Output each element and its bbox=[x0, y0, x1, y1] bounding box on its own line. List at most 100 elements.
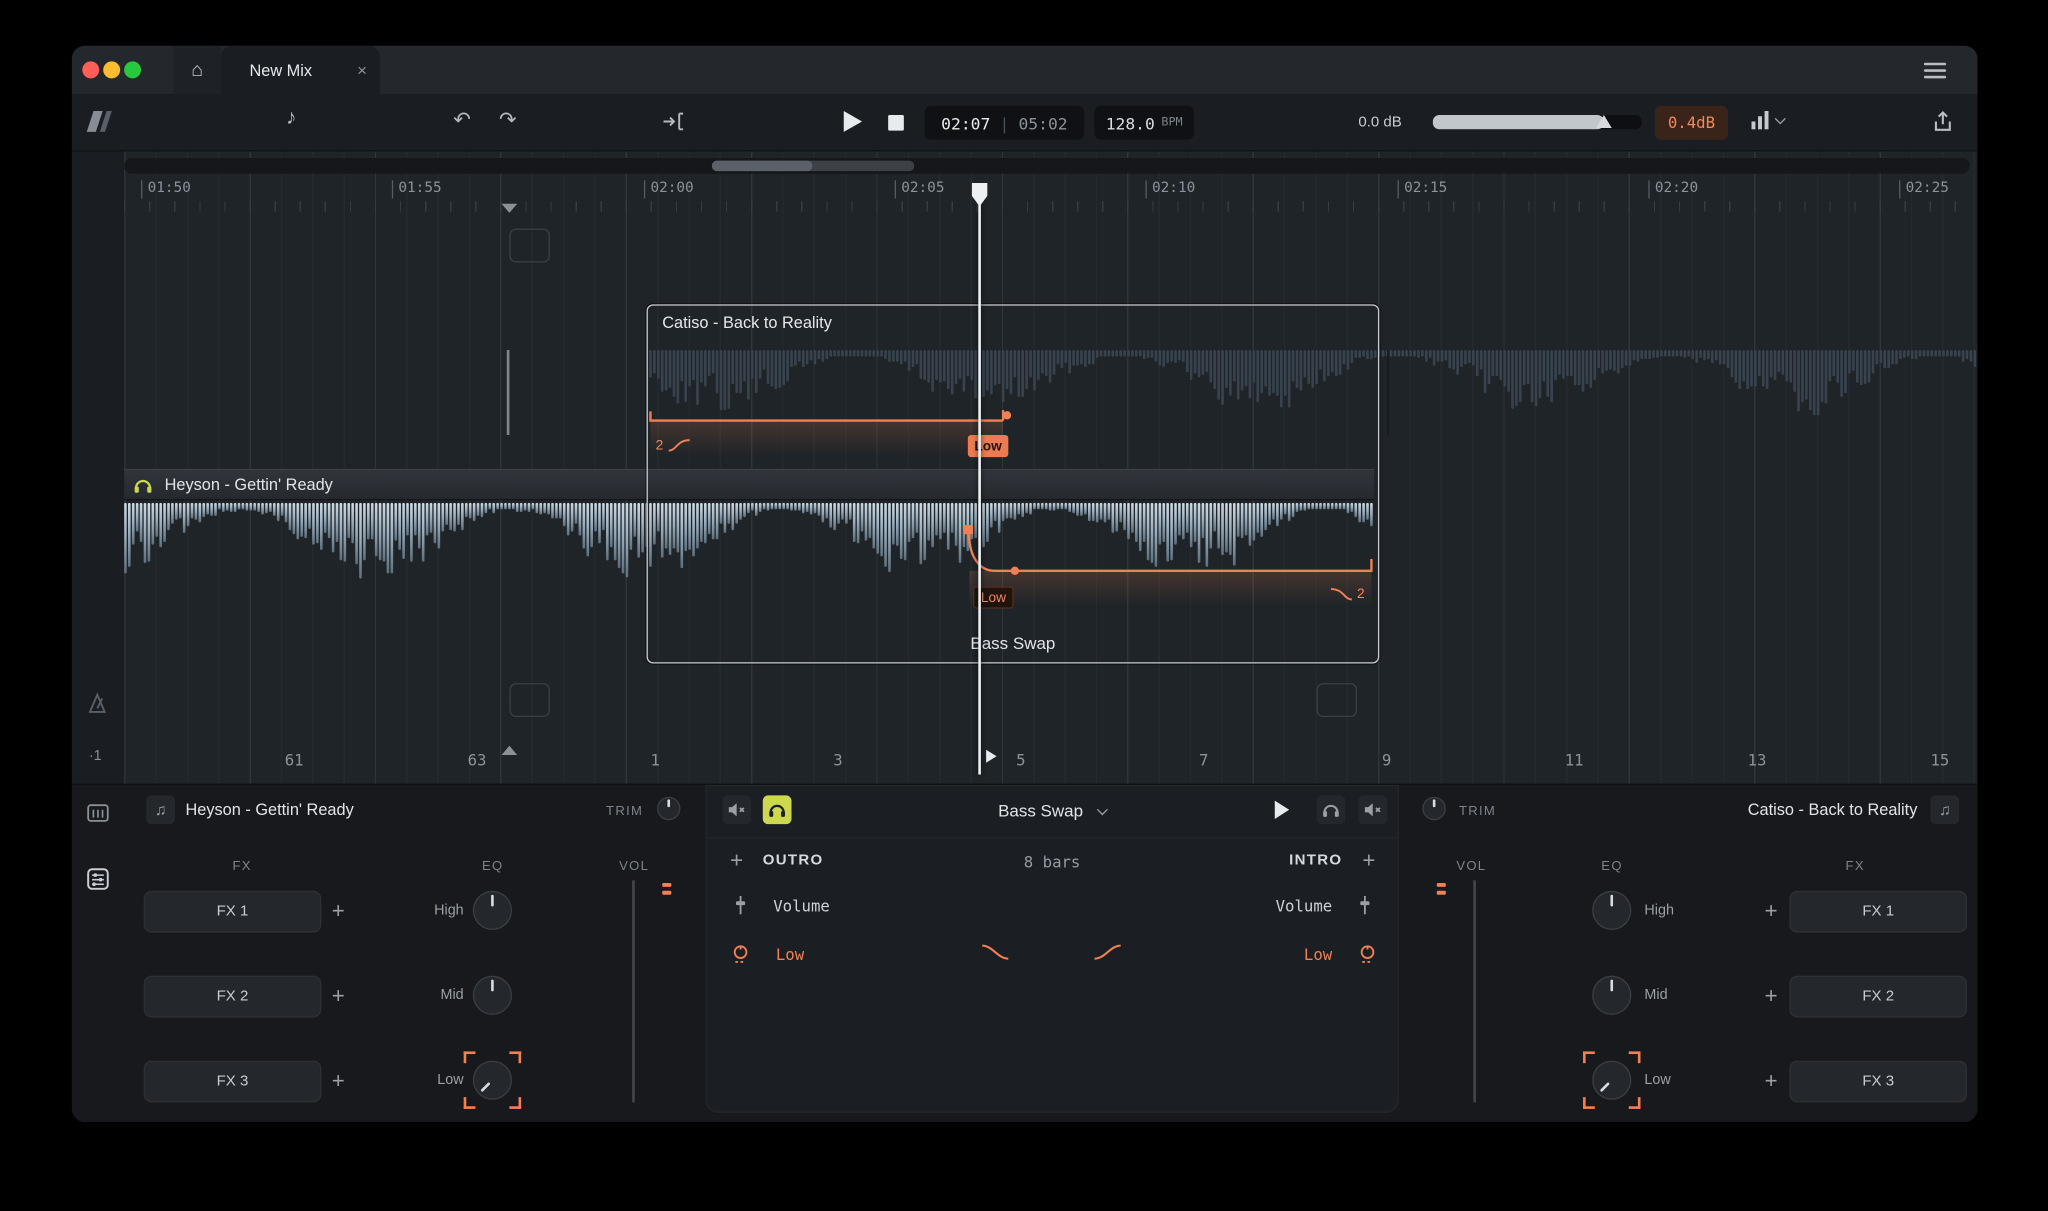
time-divider: | bbox=[999, 113, 1009, 133]
bpm-display[interactable]: 128.0 BPM bbox=[1095, 106, 1194, 140]
left-trim-knob[interactable] bbox=[657, 797, 681, 821]
ghost-clip-slot bbox=[509, 683, 549, 717]
export-icon[interactable] bbox=[1932, 110, 1954, 134]
ruler-time-label: 02:05 bbox=[895, 180, 945, 198]
right-volume-fader[interactable] bbox=[1473, 880, 1476, 1102]
ruler-time-label: 02:15 bbox=[1398, 180, 1448, 198]
right-eq-low-knob[interactable] bbox=[1592, 1061, 1631, 1100]
fx-slot[interactable]: FX 2 bbox=[144, 976, 322, 1018]
loop-marker-up[interactable] bbox=[502, 746, 518, 755]
preview-play-button[interactable] bbox=[1275, 801, 1289, 819]
slider-thumb[interactable] bbox=[1596, 115, 1612, 128]
time-display: 02:07 | 05:02 bbox=[925, 106, 1084, 140]
play-button[interactable] bbox=[844, 111, 862, 132]
right-vol-label: VOL bbox=[1456, 859, 1486, 873]
bpm-unit: BPM bbox=[1161, 116, 1182, 129]
add-fx-button[interactable]: + bbox=[1758, 984, 1784, 1010]
left-eq-low-knob[interactable] bbox=[473, 1061, 512, 1100]
volume-row-label[interactable]: Volume bbox=[773, 897, 830, 915]
clip-indicator-ticks bbox=[1437, 883, 1446, 899]
automation-param-chip[interactable]: Low bbox=[968, 435, 1008, 457]
undo-button[interactable]: ↶ bbox=[453, 107, 471, 133]
home-tab[interactable]: ⌂ bbox=[174, 46, 221, 94]
follow-playhead-icon[interactable] bbox=[662, 111, 686, 132]
left-eq-high-knob[interactable] bbox=[473, 891, 512, 930]
transition-selection-box[interactable] bbox=[647, 304, 1380, 663]
intro-label: INTRO bbox=[1289, 853, 1342, 869]
left-eq-mid-knob[interactable] bbox=[473, 976, 512, 1015]
low-row-label[interactable]: Low bbox=[1202, 946, 1333, 964]
toolbar: ♪ ↶ ↷ 02:07 | 05:02 128.0 BPM 0.0 dB bbox=[72, 94, 1978, 151]
left-deck-title: Heyson - Gettin' Ready bbox=[185, 801, 353, 819]
fade-in-curve-icon[interactable] bbox=[1092, 942, 1123, 969]
low-row-label[interactable]: Low bbox=[776, 946, 804, 964]
right-eq-label: EQ bbox=[1601, 859, 1622, 873]
library-icon[interactable] bbox=[86, 801, 110, 831]
right-trim-knob[interactable] bbox=[1422, 797, 1446, 821]
traffic-close-button[interactable] bbox=[82, 61, 99, 78]
volume-row-label[interactable]: Volume bbox=[1202, 897, 1333, 915]
tab-close-icon[interactable]: × bbox=[357, 60, 367, 80]
traffic-minimize-button[interactable] bbox=[103, 61, 120, 78]
left-volume-fader[interactable] bbox=[632, 880, 635, 1102]
metronome-icon[interactable] bbox=[86, 692, 108, 721]
cue-right-button[interactable] bbox=[1317, 795, 1346, 824]
top-clip-title: Catiso - Back to Reality bbox=[662, 313, 832, 331]
automation-beats-label: 2 bbox=[1330, 586, 1365, 602]
screen: ⌂ New Mix × ♪ ↶ ↷ 02:07 | bbox=[0, 0, 2048, 1211]
bar-number: 13 bbox=[1748, 751, 1767, 769]
stop-button[interactable] bbox=[888, 115, 904, 131]
transition-panel: Bass Swap + OUTRO 8 bars INTRO + bbox=[705, 785, 1399, 1113]
time-current: 02:07 bbox=[941, 113, 990, 133]
automation-focus-brackets bbox=[1583, 1051, 1640, 1108]
transition-name-label: Bass Swap bbox=[647, 633, 1380, 653]
add-fx-button[interactable]: + bbox=[325, 1068, 351, 1094]
mute-right-button[interactable] bbox=[1358, 795, 1387, 824]
traffic-zoom-button[interactable] bbox=[124, 61, 141, 78]
clip-indicator-ticks bbox=[662, 883, 671, 899]
timeline-scrollbar[interactable] bbox=[124, 158, 1970, 174]
add-fx-button[interactable]: + bbox=[1758, 1068, 1784, 1094]
bar-number: 63 bbox=[468, 751, 487, 769]
fx-slot[interactable]: FX 3 bbox=[1789, 1061, 1967, 1103]
timeline[interactable]: 01:50 01:55 02:00 02:05 02:10 02:15 02:2… bbox=[72, 152, 1978, 784]
add-fx-button[interactable]: + bbox=[325, 899, 351, 925]
scrollbar-thumb[interactable] bbox=[712, 161, 914, 171]
mixer-panel: ♫ Heyson - Gettin' Ready TRIM FX FX 1 + … bbox=[72, 784, 1978, 1122]
loop-marker-down[interactable] bbox=[502, 204, 518, 213]
quantize-note-icon[interactable]: ♪ bbox=[286, 107, 296, 131]
add-fx-button[interactable]: + bbox=[325, 984, 351, 1010]
fade-out-curve-icon[interactable] bbox=[980, 942, 1011, 969]
ruler-time-label: 02:00 bbox=[644, 180, 694, 198]
fader-mini-icon bbox=[1358, 895, 1371, 922]
add-fx-button[interactable]: + bbox=[1758, 899, 1784, 925]
fx-slot[interactable]: FX 3 bbox=[144, 1061, 322, 1103]
tab-new-mix[interactable]: New Mix × bbox=[221, 46, 380, 94]
menu-button[interactable] bbox=[1924, 63, 1946, 83]
bottom-clip-title: Heyson - Gettin' Ready bbox=[165, 475, 333, 493]
knob-mini-icon bbox=[1358, 943, 1376, 970]
meter-icon[interactable] bbox=[1752, 111, 1785, 129]
bar-number: 3 bbox=[833, 751, 842, 769]
bar-number: 7 bbox=[1199, 751, 1208, 769]
redo-button[interactable]: ↷ bbox=[499, 107, 517, 133]
mixer-view-icon[interactable] bbox=[86, 867, 110, 897]
master-volume-slider[interactable] bbox=[1433, 115, 1642, 129]
fx-slot[interactable]: FX 2 bbox=[1789, 976, 1967, 1018]
ruler-time-label: 01:55 bbox=[392, 180, 442, 198]
automation-beats-label: 2 bbox=[656, 438, 691, 454]
autogain-badge[interactable]: 0.4dB bbox=[1655, 106, 1728, 140]
right-eq-mid-knob[interactable] bbox=[1592, 976, 1631, 1015]
playhead-line[interactable] bbox=[978, 187, 981, 775]
fx-slot[interactable]: FX 1 bbox=[1789, 891, 1967, 933]
bar-number: 61 bbox=[285, 751, 304, 769]
extend-intro-button[interactable]: + bbox=[1356, 848, 1382, 874]
fx-slot[interactable]: FX 1 bbox=[144, 891, 322, 933]
right-eq-high-knob[interactable] bbox=[1592, 891, 1631, 930]
zoom-indicator[interactable]: ·1 bbox=[89, 748, 102, 764]
transition-selector[interactable]: Bass Swap bbox=[705, 801, 1399, 821]
ghost-clip-slot bbox=[509, 229, 549, 263]
bar-number: 11 bbox=[1565, 751, 1584, 769]
eq-band-label: High bbox=[409, 903, 464, 919]
right-deck-title: Catiso - Back to Reality bbox=[1613, 801, 1917, 819]
